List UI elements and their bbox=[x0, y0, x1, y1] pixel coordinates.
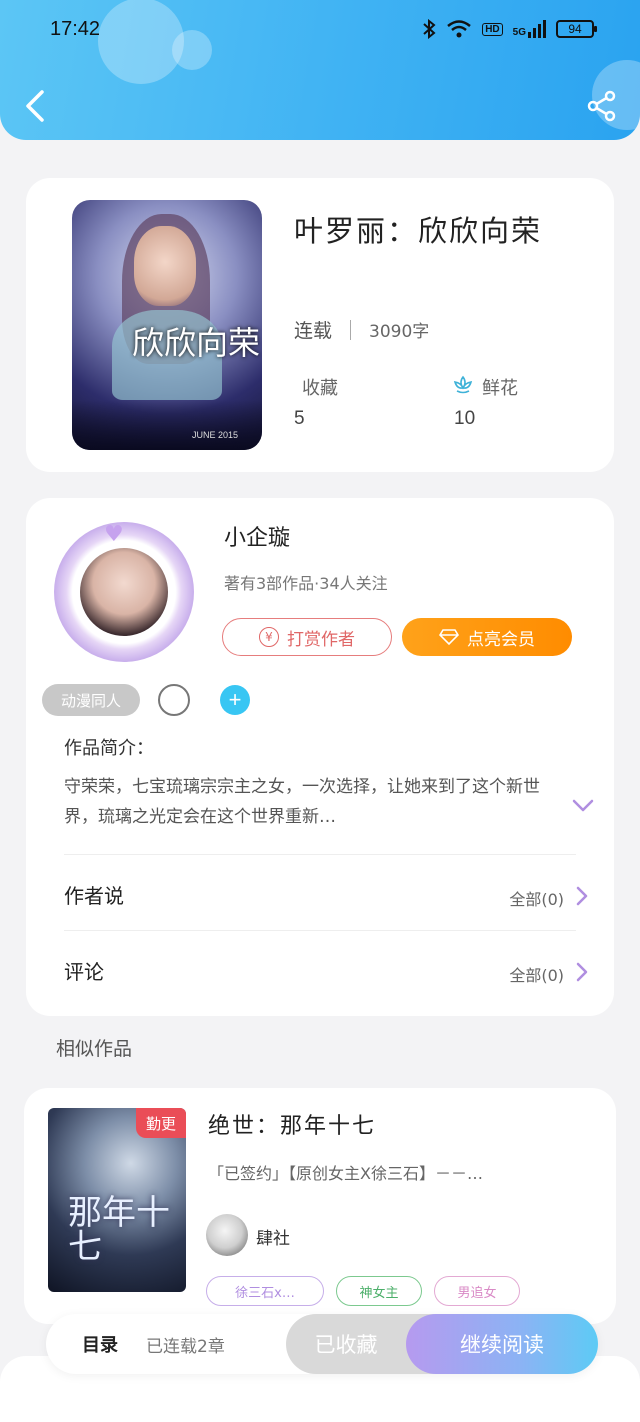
flowers-label: 鲜花 bbox=[482, 378, 518, 399]
book-status: 连载 bbox=[294, 320, 333, 342]
status-bar: 17:42 HD 5G 94 bbox=[0, 0, 640, 58]
favorites-label: 收藏 bbox=[302, 378, 338, 399]
similar-author-avatar bbox=[206, 1214, 248, 1256]
divider bbox=[350, 319, 352, 340]
back-icon[interactable] bbox=[22, 88, 50, 124]
catalog-button[interactable]: 目录 bbox=[82, 1331, 118, 1357]
book-title: 叶罗丽：欣欣向荣 bbox=[294, 214, 543, 248]
circle-icon[interactable] bbox=[158, 684, 190, 716]
intro-heading: 作品简介： bbox=[64, 738, 154, 759]
bottom-action-bar: 目录 已连载2章 已收藏 继续阅读 bbox=[46, 1314, 598, 1374]
vip-label: 点亮会员 bbox=[467, 629, 535, 650]
similar-book-card[interactable]: 那年十七 勤更 绝世：那年十七 「已签约」【原创女主X徐三石】－－… 肆社 徐三… bbox=[24, 1088, 616, 1324]
bluetooth-icon bbox=[423, 19, 436, 39]
heart-icon: ♥ bbox=[104, 522, 124, 547]
vip-button[interactable]: 点亮会员 bbox=[402, 618, 572, 656]
yen-icon: ¥ bbox=[259, 627, 279, 647]
favorites-count: 5 bbox=[294, 408, 305, 429]
similar-book-title[interactable]: 绝世：那年十七 bbox=[208, 1108, 376, 1140]
hd-icon: HD bbox=[482, 22, 503, 36]
word-count: 3090字 bbox=[369, 322, 430, 342]
battery-icon: 94 bbox=[556, 20, 597, 38]
tag-chip[interactable]: 神女主 bbox=[336, 1276, 422, 1306]
comments-label[interactable]: 评论 bbox=[64, 956, 104, 985]
top-header: 17:42 HD 5G 94 bbox=[0, 0, 640, 140]
similar-section-title: 相似作品 bbox=[56, 1038, 133, 1060]
share-icon[interactable] bbox=[586, 90, 618, 122]
book-info-card: 欣欣向荣 JUNE 2015 叶罗丽：欣欣向荣 连载 3090字 收藏 5 鲜花… bbox=[26, 178, 614, 472]
continue-reading-button[interactable]: 继续阅读 bbox=[406, 1314, 598, 1374]
update-badge: 勤更 bbox=[136, 1108, 186, 1138]
book-cover[interactable]: 欣欣向荣 JUNE 2015 bbox=[72, 200, 262, 450]
tip-author-label: 打赏作者 bbox=[287, 629, 355, 650]
author-says-count[interactable]: 全部(0) bbox=[509, 886, 564, 910]
divider bbox=[64, 854, 576, 855]
wifi-icon bbox=[447, 20, 471, 38]
tip-author-button[interactable]: ¥ 打赏作者 bbox=[222, 618, 392, 656]
book-meta: 连载 3090字 bbox=[294, 316, 429, 343]
flowers-count: 10 bbox=[454, 408, 476, 429]
author-info: 著有3部作品·34人关注 bbox=[224, 574, 388, 593]
chevron-right-icon[interactable] bbox=[574, 884, 590, 908]
diamond-icon bbox=[439, 629, 459, 646]
cover-date: JUNE 2015 bbox=[192, 430, 239, 440]
author-avatar[interactable]: ♥ bbox=[54, 522, 206, 662]
divider bbox=[64, 930, 576, 931]
cell-signal-icon: 5G bbox=[513, 20, 546, 38]
signal-label: 5G bbox=[512, 27, 526, 38]
similar-book-description: 「已签约」【原创女主X徐三石】－－… bbox=[208, 1164, 483, 1183]
cover-title: 欣欣向荣 bbox=[132, 324, 261, 362]
chevron-right-icon[interactable] bbox=[574, 960, 590, 984]
flower-icon[interactable] bbox=[452, 374, 474, 396]
expand-chevron-down-icon[interactable] bbox=[570, 792, 596, 818]
author-says-label[interactable]: 作者说 bbox=[64, 880, 124, 909]
intro-text: 守荣荣，七宝琉璃宗宗主之女，一次选择，让她来到了这个新世界，琉璃之光定会在这个世… bbox=[64, 777, 540, 827]
chapter-count: 已连载2章 bbox=[146, 1337, 225, 1357]
author-name[interactable]: 小企璇 bbox=[224, 520, 290, 552]
status-icons: HD 5G 94 bbox=[422, 19, 597, 39]
battery-level: 94 bbox=[568, 22, 582, 36]
status-time: 17:42 bbox=[50, 17, 101, 40]
comments-count[interactable]: 全部(0) bbox=[509, 962, 564, 986]
tag-chip[interactable]: 男追女 bbox=[434, 1276, 520, 1306]
tag-chip[interactable]: 徐三石x… bbox=[206, 1276, 324, 1306]
add-tag-icon[interactable]: + bbox=[220, 685, 250, 715]
similar-cover-title: 那年十七 bbox=[68, 1193, 170, 1267]
category-tag[interactable]: 动漫同人 bbox=[42, 684, 140, 716]
similar-author-name: 肆社 bbox=[256, 1229, 290, 1249]
author-card: ♥ 小企璇 著有3部作品·34人关注 ¥ 打赏作者 点亮会员 动漫同人 + 作品… bbox=[26, 498, 614, 1016]
